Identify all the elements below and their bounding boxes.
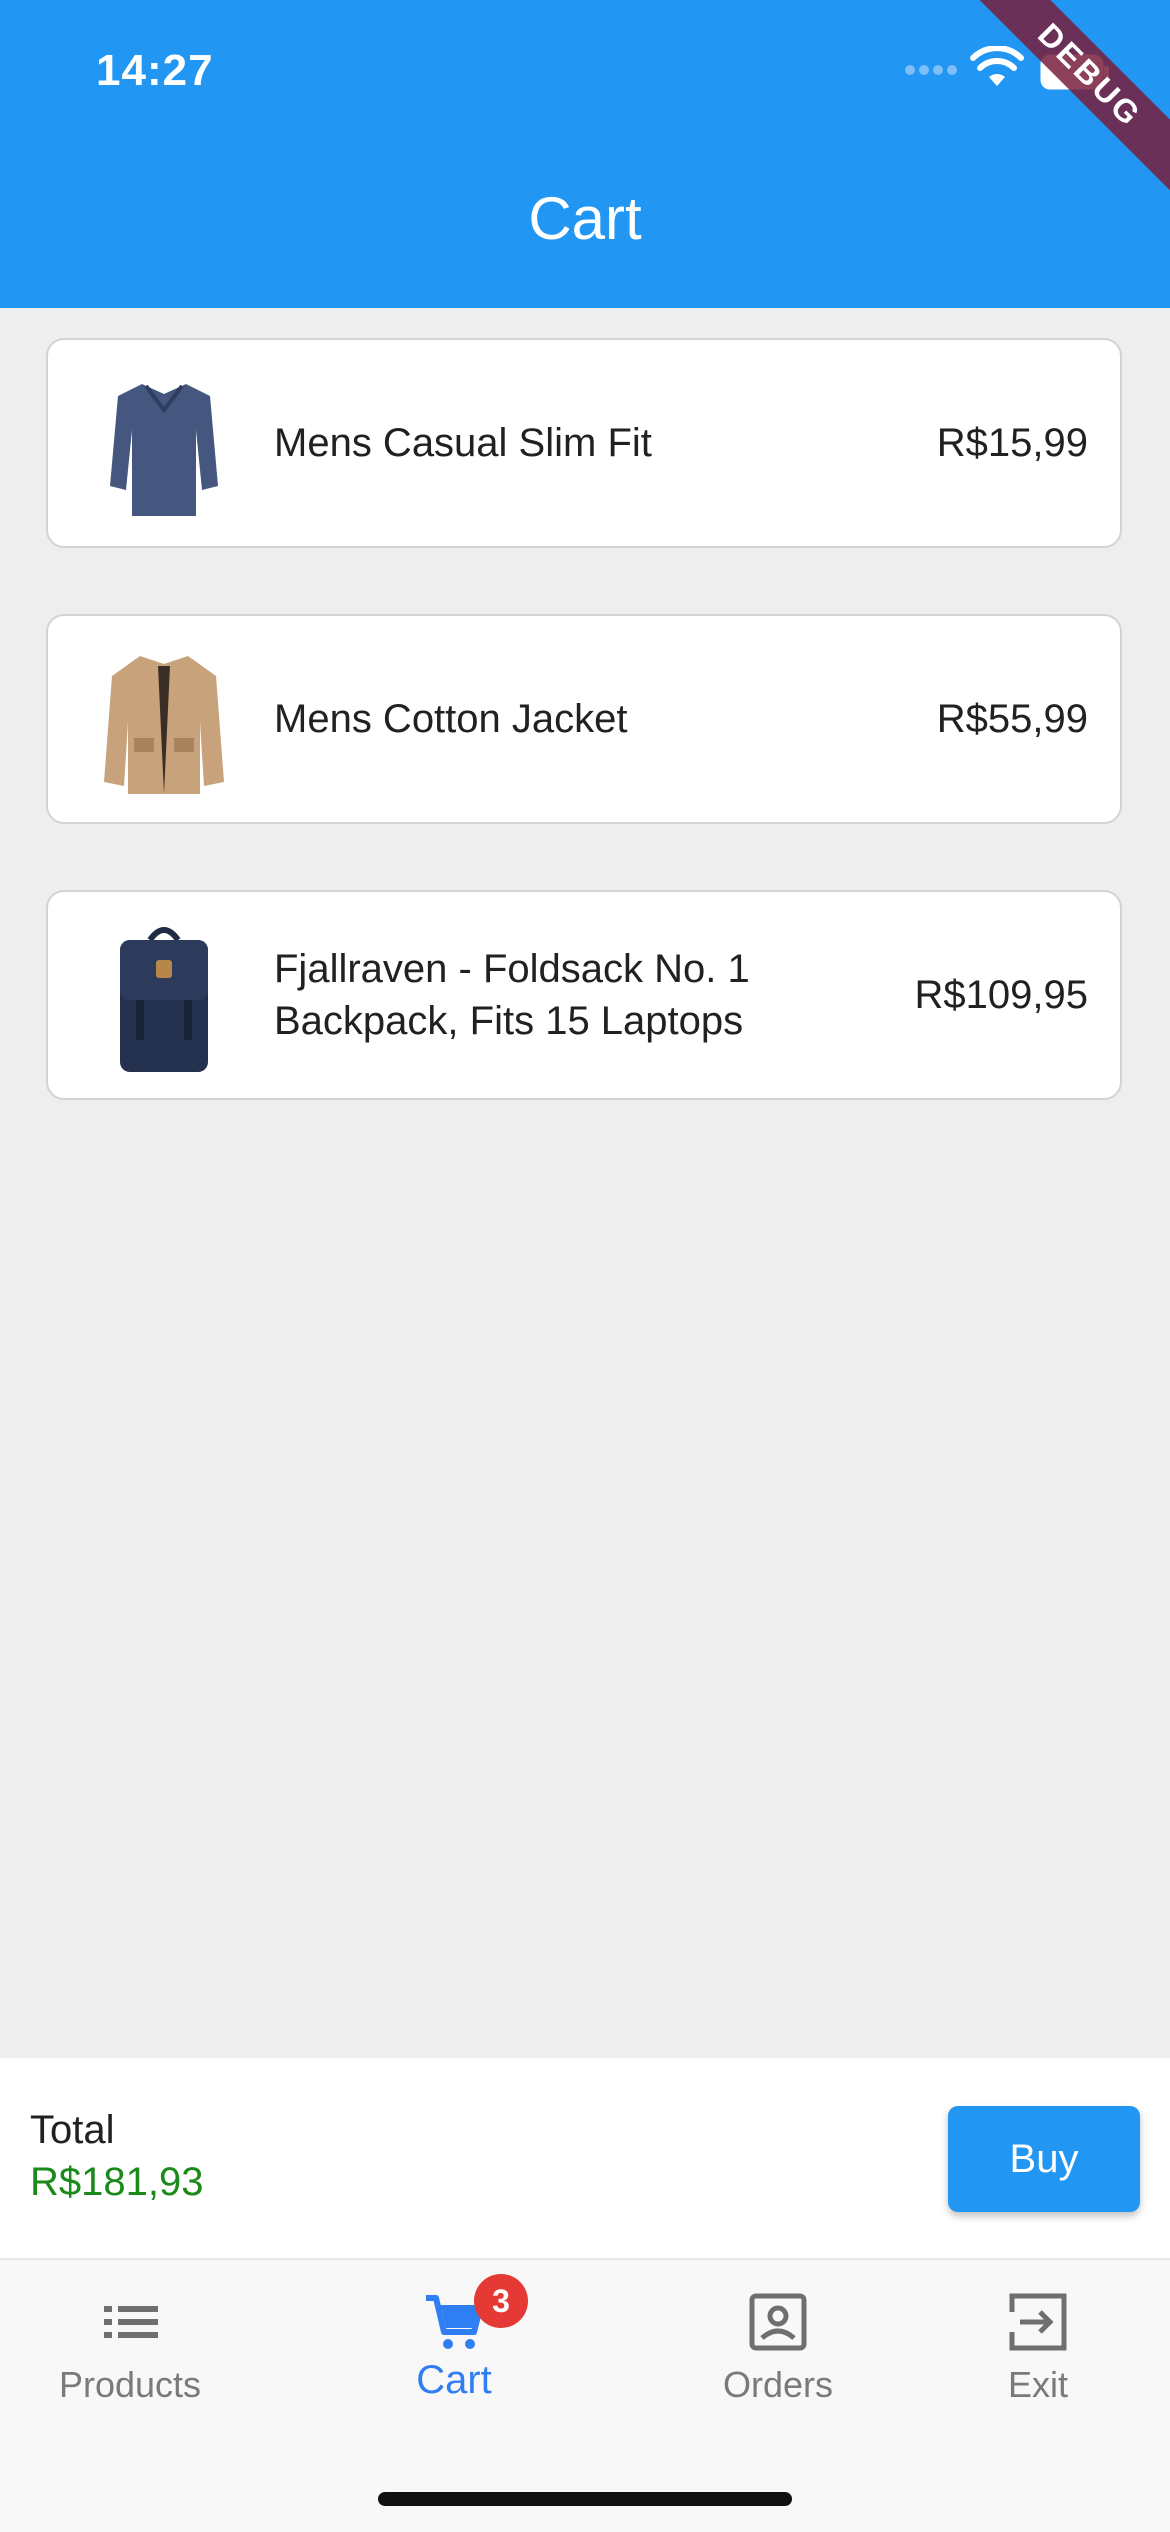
nav-item-products[interactable]: Products: [0, 2290, 260, 2440]
nav-item-exit[interactable]: Exit: [908, 2290, 1168, 2440]
home-indicator: [378, 2492, 792, 2506]
cart-item-price: R$15,99: [936, 420, 1088, 465]
status-time: 14:27: [96, 46, 214, 95]
list-icon: [104, 2306, 158, 2338]
nav-item-orders[interactable]: Orders: [648, 2290, 908, 2440]
cart-item[interactable]: Fjallraven - Foldsack No. 1 Backpack, Fi…: [46, 890, 1122, 1100]
cart-count-badge: 3: [474, 2274, 528, 2328]
cart-item-price: R$55,99: [936, 696, 1088, 741]
portrait-icon: [749, 2293, 807, 2351]
cart-item-name: Fjallraven - Foldsack No. 1 Backpack, Fi…: [274, 947, 750, 1043]
buy-button[interactable]: Buy: [948, 2106, 1140, 2212]
cart-item-price: R$109,95: [914, 972, 1088, 1017]
jacket-image: [104, 656, 224, 794]
cart-item-name: Mens Cotton Jacket: [274, 697, 628, 741]
total-label: Total: [30, 2108, 115, 2152]
nav-item-cart[interactable]: 3 Cart: [324, 2274, 584, 2440]
cart-item[interactable]: Mens Cotton Jacket R$55,99: [46, 614, 1122, 824]
backpack-image: [120, 927, 208, 1072]
cart-item[interactable]: Mens Casual Slim Fit R$15,99: [46, 338, 1122, 548]
exit-icon: [1009, 2293, 1067, 2351]
page-title: Cart: [528, 185, 642, 252]
nav-label-exit: Exit: [1007, 2364, 1068, 2405]
nav-label-orders: Orders: [722, 2364, 834, 2405]
bottom-navigation: Products 3 Cart Orders Exit: [0, 2258, 1170, 2532]
total-bar: Total R$181,93 Buy: [0, 2058, 1170, 2258]
total-value: R$181,93: [30, 2160, 204, 2204]
wifi-icon: [970, 46, 1024, 86]
app-bar: 14:27 Cart DEBUG: [0, 0, 1170, 308]
cart-item-name: Mens Casual Slim Fit: [274, 421, 652, 465]
shirt-image: [110, 384, 218, 516]
nav-label-cart: Cart: [416, 2358, 492, 2402]
nav-label-products: Products: [58, 2364, 202, 2405]
cellular-signal-icon: [905, 65, 957, 75]
